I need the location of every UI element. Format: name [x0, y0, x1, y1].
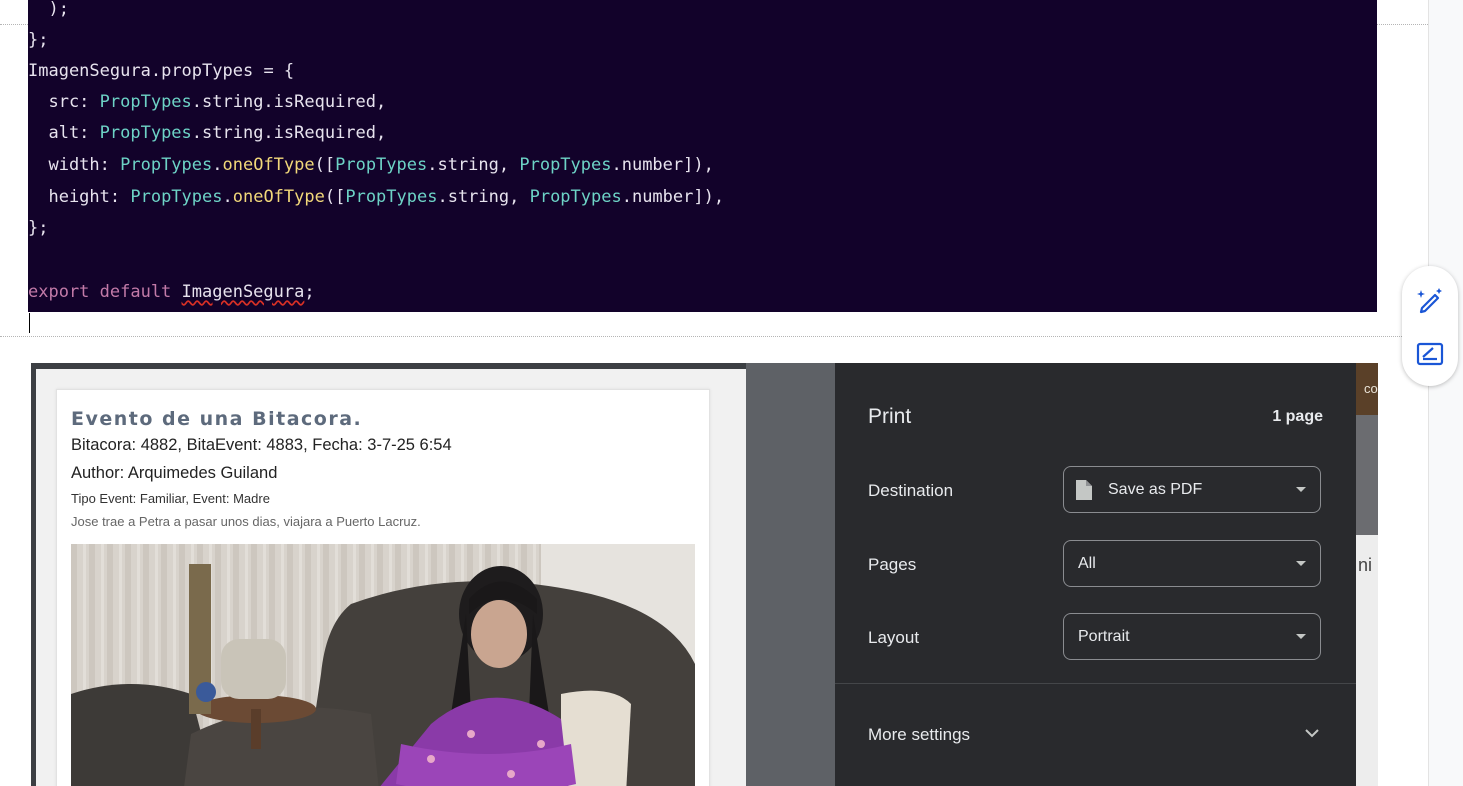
code-token: alt:	[28, 123, 100, 143]
preview-event-type: Tipo Event: Familiar, Event: Madre	[71, 491, 270, 506]
layout-select[interactable]: Portrait	[1063, 613, 1321, 660]
code-token: PropTypes	[529, 187, 622, 207]
code-token: );	[28, 0, 69, 19]
code-line: export default ImagenSegura;	[28, 280, 315, 304]
background-text-fragment: ni	[1358, 555, 1373, 575]
code-token: };	[28, 218, 49, 238]
code-token: ImagenSegura	[181, 282, 305, 302]
code-token: PropTypes	[99, 92, 192, 112]
code-token: oneOfType	[222, 155, 315, 175]
code-token: .number]),	[611, 155, 714, 175]
text-cursor	[29, 313, 30, 333]
code-line: );	[28, 0, 69, 21]
code-token: .string.isRequired,	[191, 123, 387, 143]
code-token: ([	[314, 155, 336, 175]
code-token: PropTypes	[519, 155, 612, 175]
code-token: .number]),	[621, 187, 725, 207]
pages-label: Pages	[868, 555, 917, 574]
code-token: PropTypes	[99, 123, 192, 143]
code-token: .string.isRequired,	[191, 92, 387, 112]
dropdown-arrow-icon	[1296, 634, 1306, 639]
code-token: .string,	[427, 155, 520, 175]
code-token: ;	[304, 282, 315, 302]
signature-icon[interactable]	[1416, 340, 1444, 368]
chevron-down-icon[interactable]	[1304, 725, 1320, 741]
more-settings-label[interactable]: More settings	[868, 725, 970, 745]
code-token: src:	[28, 92, 100, 112]
dropdown-arrow-icon	[1296, 561, 1306, 566]
code-line: alt: PropTypes.string.isRequired,	[28, 121, 386, 145]
destination-select[interactable]: Save as PDF	[1063, 466, 1321, 513]
pages-select[interactable]: All	[1063, 540, 1321, 587]
code-token: height:	[28, 187, 131, 207]
divider	[835, 683, 1356, 684]
code-line: ImagenSegura.propTypes = {	[28, 59, 294, 83]
layout-label: Layout	[868, 628, 920, 647]
code-token: ([	[324, 187, 346, 207]
preview-author: Author: Arquimedes Guiland	[71, 464, 278, 482]
code-line: };	[28, 28, 48, 52]
pages-value: All	[1078, 555, 1096, 572]
code-token: .	[212, 155, 223, 175]
magic-pen-icon[interactable]	[1416, 286, 1444, 314]
code-token: .	[222, 187, 233, 207]
document-canvas[interactable]: );}; ImagenSegura.propTypes = { src: Prop…	[0, 0, 1428, 786]
code-token: export default	[28, 282, 182, 302]
print-dialog: Print 1 page Destination Save as PDF Pag…	[835, 363, 1356, 786]
event-photo	[71, 544, 695, 786]
pasted-screenshot[interactable]: Evento de una Bitacora. Bitacora: 4882, …	[31, 363, 1378, 786]
code-token: width:	[28, 155, 121, 175]
floating-side-toolbar	[1402, 266, 1458, 386]
print-title: Print	[868, 405, 912, 428]
code-token: .	[150, 61, 162, 81]
code-token: ImagenSegura	[28, 61, 151, 81]
page-break-line	[0, 336, 1428, 337]
background-text-fragment: co	[1364, 381, 1378, 396]
code-token: = {	[253, 61, 295, 81]
preview-title: Evento de una Bitacora.	[71, 408, 363, 430]
code-token: propTypes	[161, 61, 254, 81]
code-token: .string,	[437, 187, 530, 207]
dropdown-arrow-icon	[1296, 487, 1306, 492]
code-token: PropTypes	[120, 155, 213, 175]
code-token: PropTypes	[130, 187, 223, 207]
preview-page: Evento de una Bitacora. Bitacora: 4882, …	[56, 389, 710, 786]
code-token: PropTypes	[335, 155, 428, 175]
code-line: };	[28, 216, 48, 240]
destination-label: Destination	[868, 481, 954, 500]
code-line: src: PropTypes.string.isRequired,	[28, 90, 386, 114]
page-count: 1 page	[1272, 408, 1323, 425]
right-sidebar	[1428, 0, 1463, 786]
document-icon	[1076, 480, 1092, 500]
preview-bitacora-info: Bitacora: 4882, BitaEvent: 4883, Fecha: …	[71, 436, 452, 454]
destination-value: Save as PDF	[1108, 481, 1203, 498]
code-line: height: PropTypes.oneOfType([PropTypes.s…	[28, 185, 724, 209]
preview-description: Jose trae a Petra a pasar unos dias, via…	[71, 514, 421, 529]
code-line: width: PropTypes.oneOfType([PropTypes.st…	[28, 153, 714, 177]
preview-gutter	[746, 363, 835, 786]
code-block[interactable]: );}; ImagenSegura.propTypes = { src: Prop…	[28, 0, 1377, 312]
layout-value: Portrait	[1078, 628, 1130, 645]
code-token: oneOfType	[232, 187, 325, 207]
code-token: PropTypes	[345, 187, 438, 207]
print-preview-area: Evento de una Bitacora. Bitacora: 4882, …	[36, 369, 746, 786]
code-token: };	[28, 30, 49, 50]
